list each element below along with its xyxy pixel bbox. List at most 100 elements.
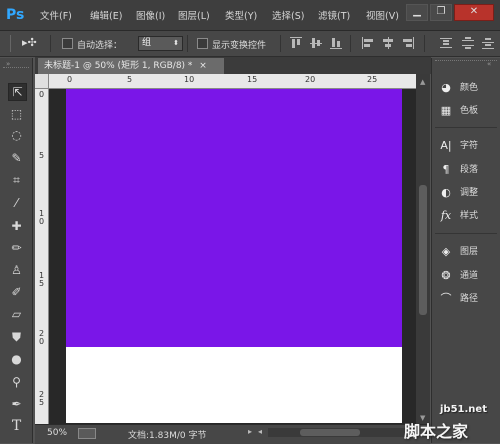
scroll-up-icon[interactable]: ▲ bbox=[420, 78, 425, 86]
menu-filter[interactable]: 滤镜(T) bbox=[318, 8, 350, 22]
auto-select-label: 自动选择： bbox=[77, 41, 123, 51]
eyedropper-tool-icon[interactable]: ⁄ bbox=[8, 195, 25, 211]
menu-view[interactable]: 视图(V) bbox=[366, 8, 399, 22]
minimize-button[interactable]: ▁ bbox=[406, 4, 428, 21]
panel-label: 路径 bbox=[460, 294, 479, 304]
ruler-label: 15 bbox=[247, 75, 258, 84]
ruler-origin[interactable] bbox=[35, 74, 49, 89]
horizontal-ruler[interactable] bbox=[35, 74, 416, 89]
options-grip bbox=[10, 35, 11, 52]
align-hcenter-icon[interactable] bbox=[382, 37, 394, 49]
watermark-name: 脚本之家 bbox=[404, 422, 469, 441]
panel-label: 样式 bbox=[460, 211, 479, 221]
hscroll-thumb[interactable] bbox=[300, 429, 360, 436]
distribute-bottom-icon[interactable] bbox=[482, 37, 494, 49]
panel-color[interactable]: ◕ 颜色 bbox=[438, 79, 498, 97]
swatches-icon: ▦ bbox=[440, 103, 452, 117]
blur-tool-icon[interactable]: ● bbox=[8, 351, 25, 367]
rectangle-layer-shape[interactable] bbox=[66, 89, 402, 347]
close-button[interactable]: ✕ bbox=[454, 4, 494, 21]
panel-adjustments[interactable]: ◐ 调整 bbox=[438, 184, 498, 202]
dropdown-arrow-icon: ⬍ bbox=[173, 39, 179, 47]
paragraph-icon: ¶ bbox=[442, 162, 450, 176]
ruler-label: 0 bbox=[39, 90, 45, 99]
menu-select[interactable]: 选择(S) bbox=[272, 8, 304, 22]
divider bbox=[50, 35, 51, 52]
status-menu-arrow-icon[interactable]: ▸ bbox=[248, 427, 252, 436]
panel-paragraph[interactable]: ¶ 段落 bbox=[438, 161, 498, 179]
history-brush-tool-icon[interactable]: ✐ bbox=[8, 284, 25, 300]
divider bbox=[187, 35, 188, 52]
layers-icon: ◈ bbox=[441, 244, 451, 258]
align-top-icon[interactable] bbox=[290, 37, 302, 49]
status-preview-icon[interactable] bbox=[78, 428, 96, 439]
menu-type[interactable]: 类型(Y) bbox=[225, 8, 257, 22]
auto-select-checkbox[interactable] bbox=[62, 38, 73, 49]
eraser-tool-icon[interactable]: ▱ bbox=[8, 306, 25, 322]
paint-bucket-tool-icon[interactable]: ⛊ bbox=[8, 329, 25, 345]
hscroll-left-icon[interactable]: ◂ bbox=[258, 427, 262, 436]
show-transform-checkbox[interactable] bbox=[197, 38, 208, 49]
panel-paths[interactable]: ⌒ 路径 bbox=[438, 290, 498, 308]
restore-button[interactable]: ❐ bbox=[430, 4, 452, 21]
character-icon: A| bbox=[440, 138, 452, 152]
ruler-label: 2 5 bbox=[39, 390, 45, 407]
move-tool-icon[interactable]: ⇱ bbox=[8, 83, 27, 101]
distribute-vcenter-icon[interactable] bbox=[462, 37, 474, 49]
divider bbox=[424, 35, 425, 52]
panel-label: 段落 bbox=[460, 165, 479, 175]
panel-channels[interactable]: ❂ 通道 bbox=[438, 267, 498, 285]
align-left-icon[interactable] bbox=[362, 37, 374, 49]
ruler-label: 25 bbox=[367, 75, 378, 84]
channels-icon: ❂ bbox=[441, 268, 451, 282]
panel-label: 颜色 bbox=[460, 83, 479, 93]
panel-label: 字符 bbox=[460, 141, 479, 151]
quick-select-tool-icon[interactable]: ✎ bbox=[8, 150, 25, 166]
ruler-label: 1 0 bbox=[39, 209, 45, 226]
menu-image[interactable]: 图像(I) bbox=[136, 8, 165, 22]
panel-collapse-icon[interactable]: « bbox=[487, 60, 491, 68]
type-tool-icon[interactable]: T bbox=[8, 418, 25, 434]
ruler-label: 2 0 bbox=[39, 329, 45, 346]
ruler-label: 0 bbox=[67, 75, 73, 84]
move-tool-icon[interactable]: ▸✣ bbox=[22, 36, 37, 49]
brush-tool-icon[interactable]: ✏ bbox=[8, 240, 25, 256]
vertical-ruler[interactable] bbox=[35, 88, 49, 424]
distribute-top-icon[interactable] bbox=[440, 37, 452, 49]
dodge-tool-icon[interactable]: ⚲ bbox=[8, 374, 25, 390]
document-size: 文档:1.83M/0 字节 bbox=[128, 431, 207, 441]
photoshop-logo: Ps bbox=[6, 7, 25, 23]
align-right-icon[interactable] bbox=[402, 37, 414, 49]
menu-layer[interactable]: 图层(L) bbox=[178, 8, 210, 22]
document-tab-close-icon[interactable]: × bbox=[199, 61, 207, 71]
zoom-level[interactable]: 50% bbox=[47, 428, 67, 438]
panel-swatches[interactable]: ▦ 色板 bbox=[438, 102, 498, 120]
align-bottom-icon[interactable] bbox=[330, 37, 342, 49]
clone-stamp-tool-icon[interactable]: ♙ bbox=[8, 262, 25, 278]
auto-select-dropdown[interactable]: 组 ⬍ bbox=[138, 36, 183, 51]
pen-tool-icon[interactable]: ✒ bbox=[8, 396, 25, 412]
panel-label: 色板 bbox=[460, 106, 479, 116]
menu-file[interactable]: 文件(F) bbox=[40, 8, 72, 22]
show-transform-label: 显示变换控件 bbox=[212, 41, 267, 51]
panel-styles[interactable]: fx 样式 bbox=[438, 207, 498, 225]
paths-icon: ⌒ bbox=[440, 291, 452, 305]
ruler-label: 10 bbox=[184, 75, 195, 84]
lasso-tool-icon[interactable]: ◌ bbox=[8, 127, 25, 143]
panel-character[interactable]: A| 字符 bbox=[438, 137, 498, 155]
styles-fx-icon: fx bbox=[440, 208, 452, 222]
healing-brush-tool-icon[interactable]: ✚ bbox=[8, 218, 25, 234]
scrollbar-thumb[interactable] bbox=[419, 185, 427, 315]
crop-tool-icon[interactable]: ⌗ bbox=[8, 172, 25, 188]
align-vcenter-icon[interactable] bbox=[310, 37, 322, 49]
toolbar-grip bbox=[3, 67, 29, 70]
adjustments-icon: ◐ bbox=[441, 185, 451, 199]
ruler-label: 20 bbox=[305, 75, 316, 84]
divider bbox=[350, 35, 351, 52]
panel-label: 通道 bbox=[460, 271, 479, 281]
watermark-site: jb51.net bbox=[440, 404, 487, 415]
marquee-tool-icon[interactable]: ⬚ bbox=[8, 106, 25, 122]
document-tab[interactable]: 未标题-1 @ 50% (矩形 1, RGB/8) * × bbox=[38, 58, 224, 74]
panel-layers[interactable]: ◈ 图层 bbox=[438, 243, 498, 261]
menu-edit[interactable]: 编辑(E) bbox=[90, 8, 122, 22]
